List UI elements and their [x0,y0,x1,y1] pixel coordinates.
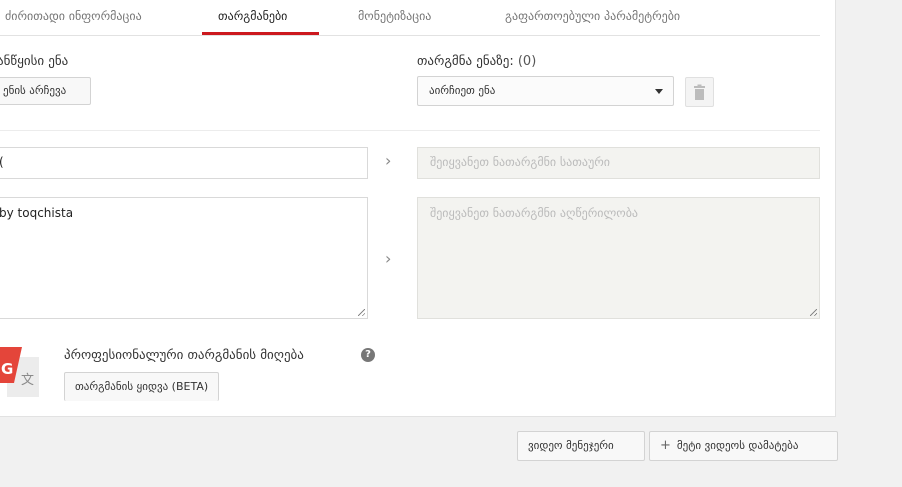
tab-translations[interactable]: თარგმანები [218,0,287,35]
target-language-select[interactable]: აირჩიეთ ენა [417,76,674,106]
trash-icon [694,84,705,100]
professional-translation-title: პროფესიონალური თარგმანის მიღება [64,348,304,363]
original-title-field[interactable]: ( [0,147,368,179]
chevron-down-icon [655,89,663,94]
translated-title-placeholder: შეიყვანეთ ნათარგმნი სათაური [430,155,611,169]
copy-title-arrow-icon[interactable]: › [385,151,391,170]
target-language-value: აირჩიეთ ენა [429,84,496,97]
original-title-value: ( [0,155,4,169]
translations-card: ძირითადი ინფორმაცია თარგმანები მონეტიზაც… [0,0,836,417]
add-more-videos-button[interactable]: + მეტი ვიდეოს დამატება [649,431,838,461]
buy-translation-button[interactable]: თარგმანის ყიდვა (BETA) [64,372,220,401]
delete-translation-button[interactable] [685,77,714,107]
original-description-value: by toqchista [0,206,74,220]
tab-advanced-settings[interactable]: გაფართოებული პარამეტრები [505,0,680,35]
translated-description-placeholder: შეიყვანეთ ნათარგმნი აღწერილობა [430,206,639,220]
copy-description-arrow-icon[interactable]: › [385,249,391,268]
tab-monetization[interactable]: მონეტიზაცია [358,0,431,35]
tab-bar: ძირითადი ინფორმაცია თარგმანები მონეტიზაც… [0,0,820,36]
active-tab-indicator [202,32,319,35]
choose-language-button[interactable]: ენის არჩევა [0,77,91,105]
help-icon[interactable]: ? [361,348,375,362]
translate-to-text: თარგმნა ენაზე: [417,54,514,69]
resize-handle-icon[interactable] [810,309,817,316]
resize-handle-icon[interactable] [358,309,365,316]
translated-title-input[interactable]: შეიყვანეთ ნათარგმნი სათაური [417,147,820,179]
original-description-field[interactable]: by toqchista [0,197,368,319]
google-translate-icon: G 文 [0,347,39,397]
translate-to-label: თარგმნა ენაზე: (0) [417,54,536,69]
translated-description-input[interactable]: შეიყვანეთ ნათარგმნი აღწერილობა [417,197,820,319]
add-more-videos-label: მეტი ვიდეოს დამატება [676,439,799,452]
tab-basic-info[interactable]: ძირითადი ინფორმაცია [5,0,142,35]
translation-count: (0) [517,54,537,69]
plus-icon: + [660,438,671,453]
svg-text:G: G [1,360,13,378]
svg-text:文: 文 [21,373,34,388]
section-divider [0,130,820,131]
video-manager-button[interactable]: ვიდეო მენეჯერი [517,431,645,461]
original-language-label: ანწყისი ენა [0,54,69,69]
